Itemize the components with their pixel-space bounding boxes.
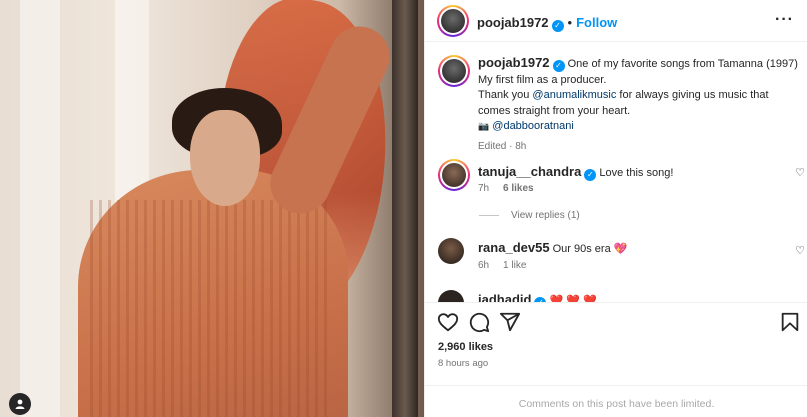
comment-username[interactable]: tanuja__chandra [478,164,581,179]
share-icon[interactable] [499,311,521,333]
author-avatar[interactable] [437,5,469,37]
comment-meta: 7h 6 likes [478,183,534,194]
like-icon[interactable] [437,311,459,333]
author-line: poojab1972 ✓ • Follow [477,14,617,32]
author-username[interactable]: poojab1972 [477,15,549,30]
heart-emoji: 💖 [613,243,628,255]
verified-icon: ✓ [552,60,565,72]
comment-text: Our 90s era [552,243,614,255]
comment-time: 7h [478,183,490,194]
likes-count[interactable]: 2,960 likes [438,341,493,353]
save-icon[interactable] [779,311,801,333]
divider [479,215,499,216]
comment-item: jadhadid✓ ❤️ ❤️ ❤️ [438,290,798,302]
caption-line3-suffix: for always giving us music that [616,89,769,101]
heart-emoji: ❤️ ❤️ ❤️ [549,295,597,302]
comment-meta: 6h 1 like [478,260,526,271]
figure-face [190,110,260,206]
tagged-users-button[interactable] [9,393,31,415]
comment-username[interactable]: rana_dev55 [478,240,550,255]
dress-pattern [90,200,330,417]
tree-trunk [392,0,418,417]
like-comment-icon[interactable]: ♡ [795,244,805,257]
follow-button[interactable]: Follow [576,15,617,30]
caption-line2: My first film as a producer. [478,73,607,86]
comment-text: Love this song! [599,167,674,179]
comment-likes[interactable]: 6 likes [503,183,534,194]
like-comment-icon[interactable]: ♡ [795,166,805,179]
comment-body: rana_dev55 Our 90s era 💖 [478,240,627,255]
comment-body: tanuja__chandra ✓ Love this song! [478,164,673,181]
separator: • [567,15,573,30]
mention-link[interactable]: @anumalikmusic [532,89,616,101]
comment-body: jadhadid✓ ❤️ ❤️ ❤️ [478,292,597,302]
camera-icon: 📷 [478,121,490,131]
comments-limited-notice: Comments on this post have been limited. [425,385,807,417]
caption-text: poojab1972 ✓ One of my favorite songs fro… [478,55,798,154]
view-replies-label: View replies (1) [511,210,580,221]
comment-icon[interactable] [468,311,490,333]
background-pillar [20,0,60,417]
comment-time: 6h [478,260,490,271]
verified-icon: ✓ [551,20,564,32]
post-sidebar: poojab1972 ✓ • Follow ··· poojab1972 ✓ One o… [424,0,807,417]
caption-meta: Edited · 8h [478,140,527,152]
caption-line3-prefix: Thank you [478,89,533,101]
mention-link[interactable]: @dabbooratnani [492,120,574,132]
post-actions: 2,960 likes 8 hours ago Comments on this… [425,302,807,417]
caption-username[interactable]: poojab1972 [478,55,550,70]
caption-line4: comes straight from your heart. [478,104,631,117]
commenter-avatar[interactable] [438,238,464,264]
post-time: 8 hours ago [438,358,489,369]
commenter-avatar[interactable] [438,290,464,302]
view-replies-button[interactable]: View replies (1) [479,210,580,221]
more-icon[interactable]: ··· [775,12,794,28]
post-header: poojab1972 ✓ • Follow ··· [425,0,807,42]
commenter-avatar[interactable] [438,159,470,191]
comment-likes[interactable]: 1 like [503,260,526,271]
post-image[interactable] [0,0,424,417]
caption-line1: One of my favorite songs from Tamanna (1… [567,58,798,70]
caption-avatar[interactable] [438,55,470,87]
comment-username[interactable]: jadhadid [478,292,531,302]
verified-icon: ✓ [584,169,597,181]
user-icon [15,399,25,409]
